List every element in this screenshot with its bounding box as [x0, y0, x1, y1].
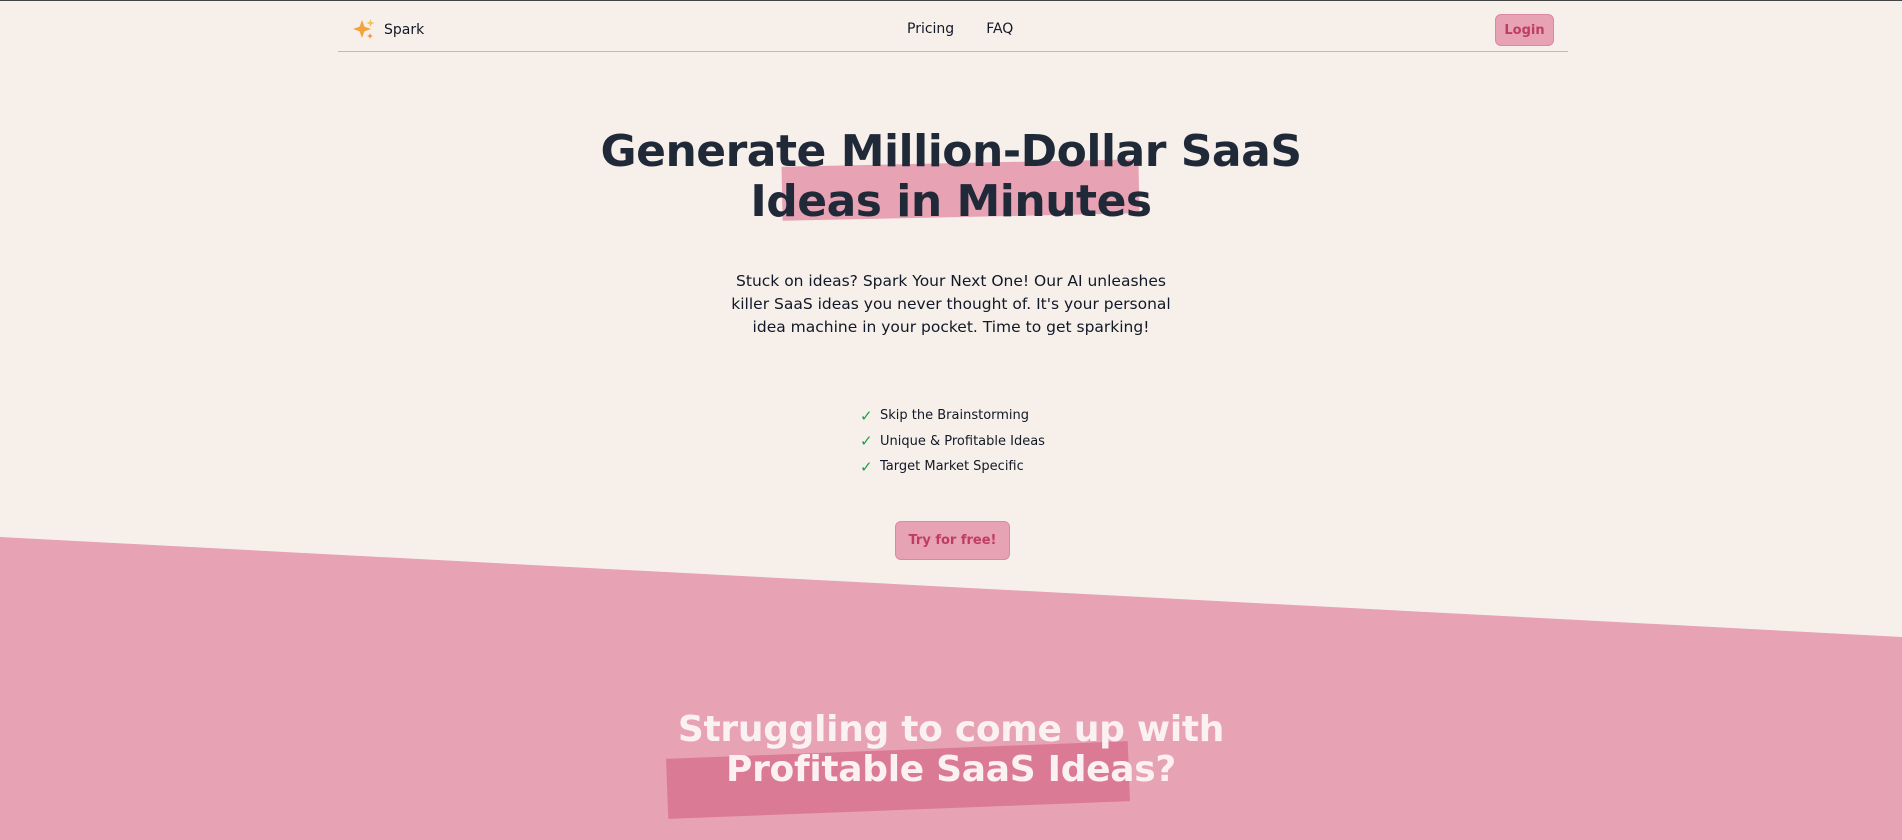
feature-label: Skip the Brainstorming	[880, 408, 1030, 424]
hero-description: Stuck on ideas? Spark Your Next One! Our…	[731, 272, 1171, 336]
nav-links: Pricing FAQ	[907, 21, 1045, 37]
try-for-free-button[interactable]: Try for free!	[895, 521, 1010, 560]
brand-name: Spark	[384, 22, 425, 38]
hero-title: Generate Million-Dollar SaaS Ideas in Mi…	[551, 127, 1351, 227]
feature-label: Target Market Specific	[880, 459, 1024, 475]
feature-item: ✓ Unique & Profitable Ideas	[860, 429, 1045, 455]
hero-title-line2: Ideas in Minutes	[750, 176, 1152, 227]
feature-item: ✓ Target Market Specific	[860, 454, 1045, 480]
brand-logo-link[interactable]: Spark	[352, 18, 424, 42]
hero-title-line1: Generate Million-Dollar SaaS	[600, 126, 1302, 177]
check-icon: ✓	[860, 432, 873, 451]
nav-link-pricing[interactable]: Pricing	[907, 21, 954, 37]
section2-title: Struggling to come up with Profitable Sa…	[651, 710, 1251, 790]
check-icon: ✓	[860, 406, 873, 425]
section2-title-line2: Profitable SaaS Ideas?	[726, 749, 1176, 790]
nav-link-faq[interactable]: FAQ	[986, 21, 1013, 37]
section2-title-line1: Struggling to come up with	[677, 709, 1225, 750]
feature-list: ✓ Skip the Brainstorming ✓ Unique & Prof…	[860, 403, 1045, 480]
feature-label: Unique & Profitable Ideas	[880, 433, 1045, 449]
check-icon: ✓	[860, 457, 873, 476]
top-navbar: Spark Pricing FAQ Login	[338, 1, 1568, 52]
feature-item: ✓ Skip the Brainstorming	[860, 403, 1045, 429]
login-button[interactable]: Login	[1495, 14, 1554, 46]
sparkles-icon	[353, 19, 375, 39]
